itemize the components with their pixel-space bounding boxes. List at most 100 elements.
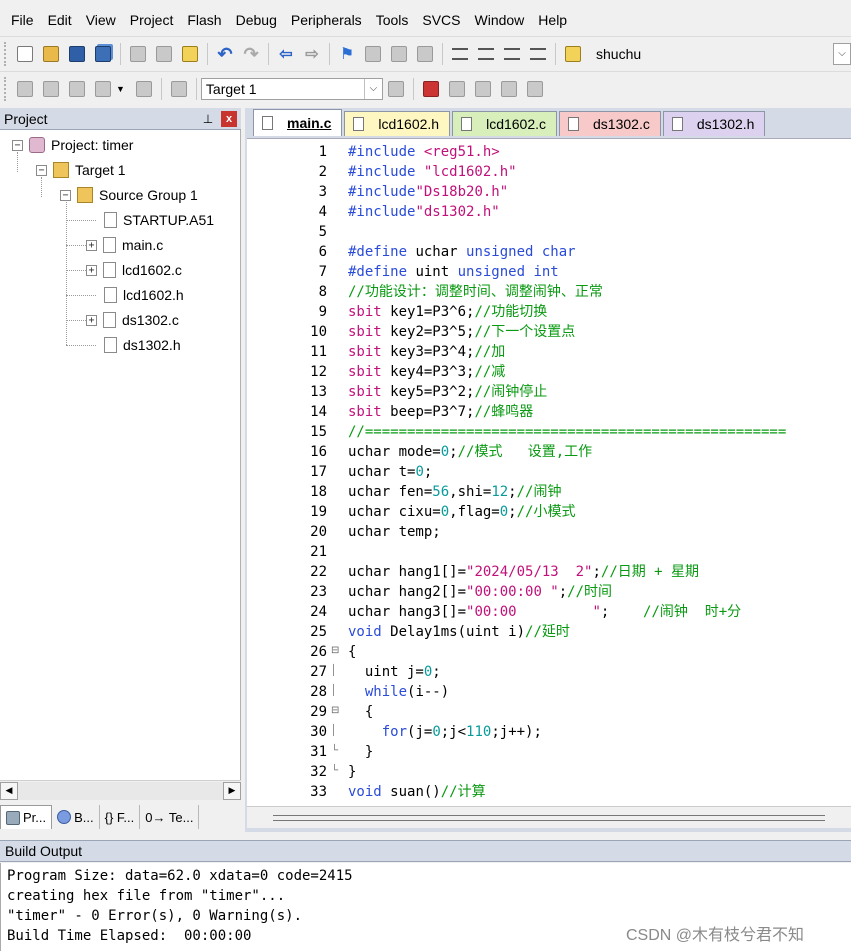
- menu-flash[interactable]: Flash: [180, 6, 228, 34]
- code-line[interactable]: uchar hang3[]="00:00 "; //闹钟 时+分: [348, 602, 741, 622]
- tree-item-source-group[interactable]: − Source Group 1: [60, 183, 198, 207]
- tree-item-file[interactable]: STARTUP.A51: [104, 208, 214, 232]
- tab-main-c[interactable]: main.c: [253, 109, 343, 136]
- component-button[interactable]: [524, 78, 546, 100]
- uncomment-button[interactable]: [527, 43, 549, 65]
- toolbar-grip[interactable]: [4, 41, 8, 66]
- fold-toggle-icon[interactable]: ⊟: [331, 705, 343, 716]
- next-bookmark-button[interactable]: [388, 43, 410, 65]
- code-line[interactable]: }: [348, 762, 356, 782]
- indent-button[interactable]: [449, 43, 471, 65]
- paste-button[interactable]: [179, 43, 201, 65]
- tab-functions[interactable]: {} F...: [100, 805, 141, 829]
- project-horizontal-scrollbar[interactable]: ◀ ▶: [0, 780, 241, 800]
- tab-ds1302-h[interactable]: ds1302.h: [662, 111, 766, 136]
- code-line[interactable]: void Delay1ms(uint i)//延时: [348, 622, 570, 642]
- menu-tools[interactable]: Tools: [369, 6, 416, 34]
- manage-rte-button[interactable]: [472, 78, 494, 100]
- unindent-button[interactable]: [475, 43, 497, 65]
- code-line[interactable]: sbit key4=P3^3;//减: [348, 362, 505, 382]
- open-file-button[interactable]: [40, 43, 62, 65]
- code-line[interactable]: while(i--): [348, 682, 449, 702]
- code-line[interactable]: sbit beep=P3^7;//蜂鸣器: [348, 402, 533, 422]
- scroll-left-icon[interactable]: ◀: [0, 781, 18, 800]
- stop-build-button[interactable]: [133, 78, 155, 100]
- code-line[interactable]: #include"Ds18b20.h": [348, 182, 508, 202]
- code-line[interactable]: //功能设计：调整时间、调整闹钟、正常: [348, 282, 603, 302]
- cut-button[interactable]: [127, 43, 149, 65]
- code-line[interactable]: for(j=0;j<110;j++);: [348, 722, 542, 742]
- tree-item-file[interactable]: lcd1602.h: [104, 283, 184, 307]
- menu-view[interactable]: View: [79, 6, 123, 34]
- clear-bookmarks-button[interactable]: [414, 43, 436, 65]
- find-combo-dropdown[interactable]: ⌵: [833, 42, 851, 65]
- save-all-button[interactable]: [92, 43, 114, 65]
- code-line[interactable]: uchar cixu=0,flag=0;//小模式: [348, 502, 575, 522]
- menu-peripherals[interactable]: Peripherals: [284, 6, 369, 34]
- manage-project-items-button[interactable]: [420, 78, 442, 100]
- tree-item-file[interactable]: + main.c: [86, 233, 163, 257]
- toolbar-grip[interactable]: [4, 76, 8, 101]
- menu-svcs[interactable]: SVCS: [415, 6, 467, 34]
- find-combo[interactable]: shuchu: [592, 43, 772, 65]
- collapse-icon[interactable]: −: [12, 139, 23, 151]
- tree-item-file[interactable]: + lcd1602.c: [86, 258, 182, 282]
- code-line[interactable]: sbit key2=P3^5;//下一个设置点: [348, 322, 575, 342]
- fold-toggle-icon[interactable]: ⊟: [331, 645, 343, 656]
- translate-button[interactable]: [14, 78, 36, 100]
- code-line[interactable]: uchar hang2[]="00:00:00 ";//时间: [348, 582, 612, 602]
- tab-lcd1602-h[interactable]: lcd1602.h: [344, 111, 451, 136]
- expand-icon[interactable]: +: [86, 239, 97, 251]
- find-in-files-button[interactable]: [562, 43, 584, 65]
- save-button[interactable]: [66, 43, 88, 65]
- copy-button[interactable]: [153, 43, 175, 65]
- build-button[interactable]: [40, 78, 62, 100]
- tree-item-file[interactable]: ds1302.h: [104, 333, 181, 357]
- download-button[interactable]: [168, 78, 190, 100]
- target-select-dropdown[interactable]: ⌵: [363, 78, 382, 99]
- code-line[interactable]: #include <reg51.h>: [348, 142, 500, 162]
- rebuild-button[interactable]: [66, 78, 88, 100]
- tree-item-project[interactable]: − Project: timer: [12, 133, 133, 157]
- menu-project[interactable]: Project: [123, 6, 181, 34]
- code-line[interactable]: {: [348, 702, 373, 722]
- menu-debug[interactable]: Debug: [229, 6, 284, 34]
- code-line[interactable]: uchar temp;: [348, 522, 441, 542]
- code-line[interactable]: #include"ds1302.h": [348, 202, 500, 222]
- menu-help[interactable]: Help: [531, 6, 574, 34]
- undo-button[interactable]: ↶: [214, 43, 236, 65]
- code-line[interactable]: #include "lcd1602.h": [348, 162, 517, 182]
- comment-button[interactable]: [501, 43, 523, 65]
- code-line[interactable]: sbit key3=P3^4;//加: [348, 342, 505, 362]
- tab-ds1302-c[interactable]: ds1302.c: [559, 111, 661, 136]
- insert-bookmark-button[interactable]: ⚑: [336, 43, 358, 65]
- code-line[interactable]: void suan()//计算: [348, 782, 486, 802]
- expand-icon[interactable]: +: [86, 314, 97, 326]
- expand-icon[interactable]: +: [86, 264, 97, 276]
- code-line[interactable]: sbit key5=P3^2;//闹钟停止: [348, 382, 547, 402]
- code-line[interactable]: {: [348, 642, 356, 662]
- scrollbar-thumb[interactable]: [273, 814, 825, 821]
- editor-horizontal-scrollbar[interactable]: [247, 806, 851, 828]
- navigate-back-button[interactable]: ⇦: [275, 43, 297, 65]
- code-line[interactable]: uchar t=0;: [348, 462, 432, 482]
- code-line[interactable]: uint j=0;: [348, 662, 441, 682]
- tab-lcd1602-c[interactable]: lcd1602.c: [452, 111, 558, 136]
- tab-project[interactable]: Pr...: [0, 805, 53, 829]
- scrollbar-track[interactable]: [18, 781, 223, 800]
- code-line[interactable]: #define uint unsigned int: [348, 262, 559, 282]
- new-file-button[interactable]: [14, 43, 36, 65]
- pin-icon[interactable]: ⊥: [201, 112, 215, 126]
- navigate-forward-button[interactable]: ⇨: [301, 43, 323, 65]
- target-select[interactable]: Target 1 ⌵: [200, 77, 383, 100]
- tab-books[interactable]: B...: [52, 805, 100, 829]
- pack-installer-button[interactable]: [498, 78, 520, 100]
- batch-build-dropdown-arrow[interactable]: ▼: [116, 84, 125, 94]
- redo-button[interactable]: ↷: [240, 43, 262, 65]
- code-line[interactable]: #define uchar unsigned char: [348, 242, 576, 262]
- code-line[interactable]: uchar mode=0;//模式 设置,工作: [348, 442, 592, 462]
- code-line[interactable]: //======================================…: [348, 422, 786, 442]
- menu-edit[interactable]: Edit: [41, 6, 79, 34]
- batch-build-button[interactable]: [92, 78, 114, 100]
- tree-item-target[interactable]: − Target 1: [36, 158, 126, 182]
